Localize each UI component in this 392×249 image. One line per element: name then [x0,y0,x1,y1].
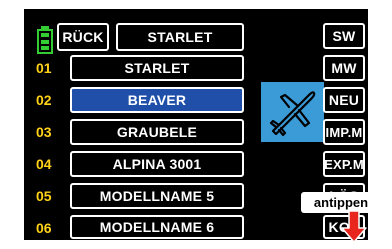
battery-icon [37,26,53,55]
model-number-01: 01 [36,60,52,76]
model-item-modellname-5[interactable]: MODELLNAME 5 [70,183,244,209]
mw-button[interactable]: MW [323,55,365,81]
page-title: STARLET [116,23,244,51]
model-number-06: 06 [36,220,52,236]
model-number-02: 02 [36,92,52,108]
model-type-box [261,82,324,142]
model-item-graubele[interactable]: GRAUBELE [70,119,244,145]
new-button[interactable]: NEU [323,87,365,113]
model-item-starlet[interactable]: STARLET [70,55,244,81]
model-number-04: 04 [36,156,52,172]
model-item-alpina-3001[interactable]: ALPINA 3001 [70,151,244,177]
sw-button[interactable]: SW [323,23,365,49]
back-button[interactable]: RÜCK [57,23,109,51]
arrow-down-icon [341,211,367,243]
model-number-03: 03 [36,124,52,140]
model-item-modellname-6[interactable]: MODELLNAME 6 [70,215,244,239]
export-model-button[interactable]: EXP.M [323,151,365,177]
airplane-icon [269,91,315,137]
import-model-button[interactable]: IMP.M [323,119,365,145]
model-number-05: 05 [36,188,52,204]
tap-hint-label: antippen [301,192,381,213]
model-item-beaver[interactable]: BEAVER [70,87,244,113]
